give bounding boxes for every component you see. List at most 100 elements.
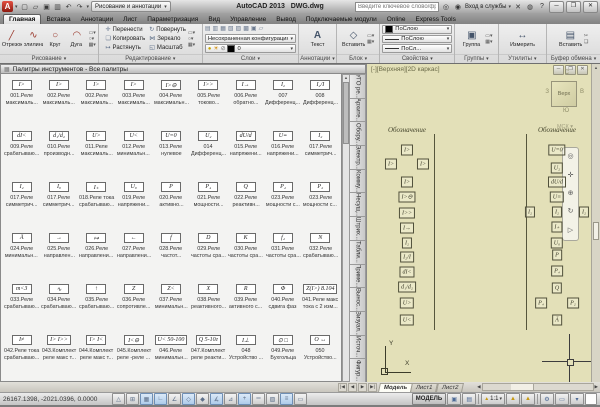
doc-close-button[interactable]: ✕ xyxy=(577,65,588,75)
minimize-button[interactable]: ─ xyxy=(549,1,564,13)
polar-toggle[interactable]: ∠ xyxy=(168,393,181,405)
grid-toggle[interactable]: ▦ xyxy=(140,393,153,405)
panel-label-groups[interactable]: Группы▾ xyxy=(455,54,497,63)
exchange-icon[interactable]: ✕ xyxy=(513,3,523,11)
ribbon-tab[interactable]: Подключаемые модули xyxy=(301,15,382,24)
ribbon-tab[interactable]: Online xyxy=(382,15,411,24)
pan-icon[interactable]: ✛ xyxy=(568,172,574,180)
cut-icon[interactable]: ✂ xyxy=(584,34,588,39)
layer-state-dropdown[interactable]: Несохраненная конфигурация сло ▾ xyxy=(205,34,296,43)
close-button[interactable]: ✕ xyxy=(583,1,598,13)
status-menu-icon[interactable]: ▾ xyxy=(570,393,584,405)
palette-item[interactable]: Q 5-10г047.Комплектреле реакти... xyxy=(190,330,227,381)
undo-button[interactable]: ↶ xyxy=(64,1,74,12)
arc-button[interactable]: ◠ Дуга xyxy=(67,30,87,48)
palette-item[interactable]: U>011.Релемаксималь... xyxy=(78,126,115,177)
workspace-switch-icon[interactable]: ⚙ xyxy=(540,393,554,405)
palette-item[interactable]: ↑035.Релесрабатываю... xyxy=(78,279,115,330)
erase-flyout-icon[interactable]: ▦▾ xyxy=(188,43,195,48)
panel-label-utilities[interactable]: Утилиты▾ xyxy=(499,54,547,63)
last-layout-button[interactable]: ▶| xyxy=(368,383,377,392)
lineweight-dropdown[interactable]: ПоСлою ▾ xyxy=(382,35,452,44)
palette-item[interactable]: O ↔050Устройство... xyxy=(302,330,339,381)
ribbon-tab[interactable]: Аннотации xyxy=(76,15,119,24)
palette-item[interactable]: →025.Реленаправлен... xyxy=(40,228,77,279)
palette-item[interactable]: P020.Релеактивно... xyxy=(152,177,189,228)
palette-item[interactable]: Z036.Релесопротивле... xyxy=(115,279,152,330)
annotation-scale-dropdown[interactable]: ▲ 1:1 ▾ xyxy=(481,393,505,405)
clipboard-tools[interactable]: ✂ ❏ xyxy=(584,34,588,45)
horizontal-scrollbar[interactable]: ◀ ▶ xyxy=(477,383,598,391)
palette-item[interactable]: dU/d015.Реленапряжени... xyxy=(227,126,264,177)
measure-button[interactable]: ↔ Измерить xyxy=(507,30,537,48)
palette-item[interactable]: I₂017.Релесимметрич... xyxy=(3,177,40,228)
palette-item[interactable]: I>001.Релемаксималь... xyxy=(3,75,40,126)
ribbon-tab[interactable]: Вставка xyxy=(41,15,75,24)
palette-item[interactable]: I>003.Релемаксималь... xyxy=(115,75,152,126)
layout-tab[interactable]: Модель xyxy=(378,383,413,392)
palette-item[interactable]: I₂017.Релесимметрич... xyxy=(302,126,339,177)
hatch-flyout-icon[interactable]: ▦▾ xyxy=(89,43,96,48)
layout-tab[interactable]: Лист1 xyxy=(410,383,438,392)
copy-clip-icon[interactable]: ❏ xyxy=(584,40,588,45)
palette-item[interactable]: I⊥048Устройство ... xyxy=(227,330,264,381)
color-dropdown[interactable]: ПоСлою ▾ xyxy=(382,25,452,34)
prev-layout-button[interactable]: ◀ xyxy=(348,383,357,392)
osnap-toggle[interactable]: ◇ xyxy=(182,393,195,405)
palette-tab[interactable]: Штрих... xyxy=(350,216,366,241)
palette-item[interactable]: f028.Релечастот... xyxy=(152,228,189,279)
scrollbar-thumb[interactable] xyxy=(593,222,599,240)
palette-item[interactable]: Φ040.Релесдвига фаз xyxy=(264,279,301,330)
insert-block-button[interactable]: ◇ Вставить xyxy=(342,30,365,48)
palette-item[interactable]: I₊018.Реле токасрабатываю... xyxy=(78,177,115,228)
paste-button[interactable]: ▤ Вставить xyxy=(559,30,582,48)
palette-item[interactable]: Z<037.Релеминимальн... xyxy=(152,279,189,330)
edit-attrib-icon[interactable]: ▭▾ xyxy=(367,34,374,39)
zoom-icon[interactable]: ⊕ xyxy=(568,190,574,198)
clean-screen-button[interactable] xyxy=(585,393,597,405)
panel-label-block[interactable]: Блок▾ xyxy=(337,54,379,63)
scrollbar-thumb[interactable] xyxy=(511,384,534,390)
viewcube-west-label[interactable]: З xyxy=(545,89,549,95)
palette-tab[interactable]: УГО ре... xyxy=(350,74,366,99)
palette-item[interactable]: dI<009.Релесрабатываю... xyxy=(3,126,40,177)
showmotion-icon[interactable]: ▷ xyxy=(568,227,573,235)
group-button[interactable]: ▣ Группа xyxy=(460,30,483,48)
quick-view-layouts-icon[interactable]: ▣ xyxy=(447,393,461,405)
group-tools[interactable]: ▭▾ ▦▾ xyxy=(485,34,492,45)
scroll-up-icon[interactable]: ▲ xyxy=(592,64,600,71)
workspace-dropdown[interactable]: Рисование и аннотации ▾ xyxy=(91,1,171,12)
restore-button[interactable]: ❐ xyxy=(566,1,581,13)
palette-tab[interactable]: Архите... xyxy=(350,98,366,123)
layer-dropdown[interactable]: ● ☀ ⊘ 0 ▾ xyxy=(205,44,296,53)
drawing-vertical-scrollbar[interactable]: ▲ xyxy=(591,64,600,382)
palette-tab[interactable]: Несущ... xyxy=(350,192,366,217)
ducs-toggle[interactable]: ⊿ xyxy=(224,393,237,405)
circle-button[interactable]: ○ Круг xyxy=(45,30,65,48)
palette-item[interactable]: I> I>>043.Комплектреле макс т... xyxy=(40,330,77,381)
linetype-dropdown[interactable]: ПоСл... ▾ xyxy=(382,44,452,53)
ungroup-icon[interactable]: ▭▾ xyxy=(485,34,492,39)
fillet-flyout-icon[interactable]: ▭▾ xyxy=(188,31,195,36)
panel-label-clipboard[interactable]: Буфер обмена▾ xyxy=(547,54,600,63)
ribbon-tab[interactable]: Вид xyxy=(203,15,225,24)
palette-tab[interactable]: Комму... xyxy=(350,169,366,194)
palette-item[interactable]: U<012.Релеминимальн... xyxy=(115,126,152,177)
draw-flyouts[interactable]: ▭▾ ○▾ ▦▾ xyxy=(89,31,96,48)
open-button[interactable]: ▱ xyxy=(31,1,41,12)
layer-tools-row[interactable]: ▤▥▦▧▨▩▣▱ xyxy=(205,25,296,33)
steering-wheel-icon[interactable]: ◎ xyxy=(567,153,573,161)
viewcube[interactable]: Верх xyxy=(551,81,577,107)
rotate-button[interactable]: ↻ Повернуть xyxy=(149,26,186,35)
palette-item[interactable]: I>002.Релемаксималь... xyxy=(78,75,115,126)
panel-label-edit[interactable]: Редактирование▾ xyxy=(99,54,202,63)
group-edit-icon[interactable]: ▦▾ xyxy=(485,40,492,45)
palette-item[interactable]: I₀017.Релесимметрич... xyxy=(40,177,77,228)
palette-item[interactable]: ∿034.Релесрабатываю... xyxy=(40,279,77,330)
next-layout-button[interactable]: ▶ xyxy=(358,383,367,392)
communication-icon[interactable]: ◍ xyxy=(525,3,535,11)
quick-view-drawings-icon[interactable]: ▤ xyxy=(462,393,476,405)
save-button[interactable]: ▣ xyxy=(42,1,52,12)
lwt-toggle[interactable]: ═ xyxy=(252,393,265,405)
palette-item[interactable]: I₂/I008Дифференц... xyxy=(302,75,339,126)
